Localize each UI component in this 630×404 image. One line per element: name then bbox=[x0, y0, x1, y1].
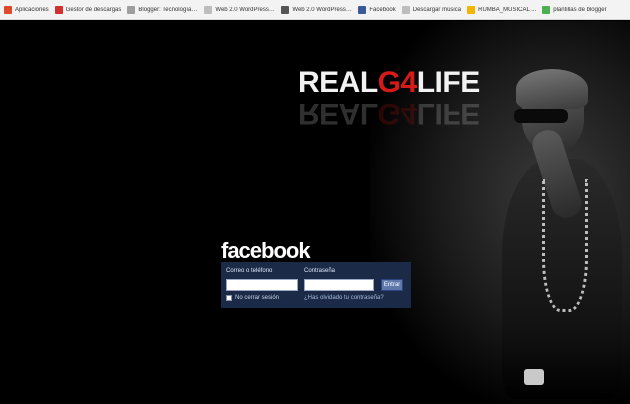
bookmark-item[interactable]: RUMBA_MUSICAL ... bbox=[467, 5, 537, 14]
bookmark-item[interactable]: Web 2.0 WordPress ... bbox=[204, 5, 276, 14]
page-icon bbox=[204, 5, 213, 14]
cap-shape bbox=[516, 69, 588, 109]
page-icon bbox=[401, 5, 410, 14]
apps-grid-icon bbox=[4, 5, 12, 14]
reflection-left: REAL bbox=[298, 97, 378, 130]
download-icon bbox=[54, 5, 63, 14]
page-icon bbox=[127, 5, 136, 14]
email-label: Correo o teléfono bbox=[226, 268, 273, 274]
artist-photo bbox=[502, 69, 622, 404]
blogger-icon bbox=[542, 5, 551, 14]
reflection-right: LIFE bbox=[416, 97, 480, 130]
bookmark-item[interactable]: Blogger: Tecnología y ... bbox=[127, 5, 199, 14]
logo-part-left: REAL bbox=[298, 66, 378, 99]
bookmark-label: Web 2.0 WordPress ... bbox=[292, 6, 353, 13]
forgot-password-link[interactable]: ¿Has olvidado tu contraseña? bbox=[304, 295, 384, 301]
remember-checkbox[interactable] bbox=[226, 295, 232, 301]
sunglasses-shape bbox=[514, 109, 568, 123]
bookmark-item[interactable]: Descargar música bbox=[401, 5, 462, 14]
bookmark-item[interactable]: Aplicaciones bbox=[4, 5, 49, 14]
bookmark-item[interactable]: Facebook bbox=[358, 5, 396, 14]
email-input[interactable] bbox=[226, 279, 298, 291]
bookmark-item[interactable]: plantillas de blogger bbox=[542, 5, 607, 14]
logo-part-red: G4 bbox=[377, 66, 418, 99]
bookmark-label: Web 2.0 WordPress ... bbox=[215, 6, 276, 13]
chain-necklace-shape bbox=[542, 179, 588, 312]
password-label: Contraseña bbox=[304, 268, 336, 274]
bookmark-label: RUMBA_MUSICAL ... bbox=[478, 6, 537, 13]
logo-part-right: LIFE bbox=[416, 66, 481, 99]
facebook-wordmark: facebook bbox=[221, 238, 311, 263]
password-input[interactable] bbox=[304, 279, 374, 291]
music-icon bbox=[467, 5, 476, 14]
remember-me[interactable]: No cerrar sesión bbox=[226, 295, 279, 301]
bookmark-label: Descargar música bbox=[412, 6, 462, 13]
login-button[interactable]: Entrar bbox=[381, 279, 403, 291]
bookmark-label: Aplicaciones bbox=[15, 6, 49, 13]
reflection-red: G4 bbox=[377, 97, 417, 130]
site-logo: REALG4LIFE bbox=[298, 68, 480, 98]
bookmark-label: plantillas de blogger bbox=[553, 6, 607, 13]
bookmark-item[interactable]: Web 2.0 WordPress ... bbox=[281, 5, 353, 14]
bookmark-label: Blogger: Tecnología y ... bbox=[138, 6, 199, 13]
facebook-icon bbox=[358, 5, 367, 14]
wordpress-icon bbox=[281, 5, 290, 14]
logo-reflection: REALG4LIFE bbox=[298, 97, 480, 130]
bookmark-item[interactable]: Gestor de descargas bbox=[54, 5, 122, 14]
watch-shape bbox=[524, 369, 544, 385]
bookmark-label: Gestor de descargas bbox=[65, 6, 122, 13]
remember-label: No cerrar sesión bbox=[235, 295, 280, 301]
bookmarks-bar: Aplicaciones Gestor de descargas Blogger: … bbox=[0, 0, 630, 20]
bookmark-label: Facebook bbox=[369, 6, 396, 13]
